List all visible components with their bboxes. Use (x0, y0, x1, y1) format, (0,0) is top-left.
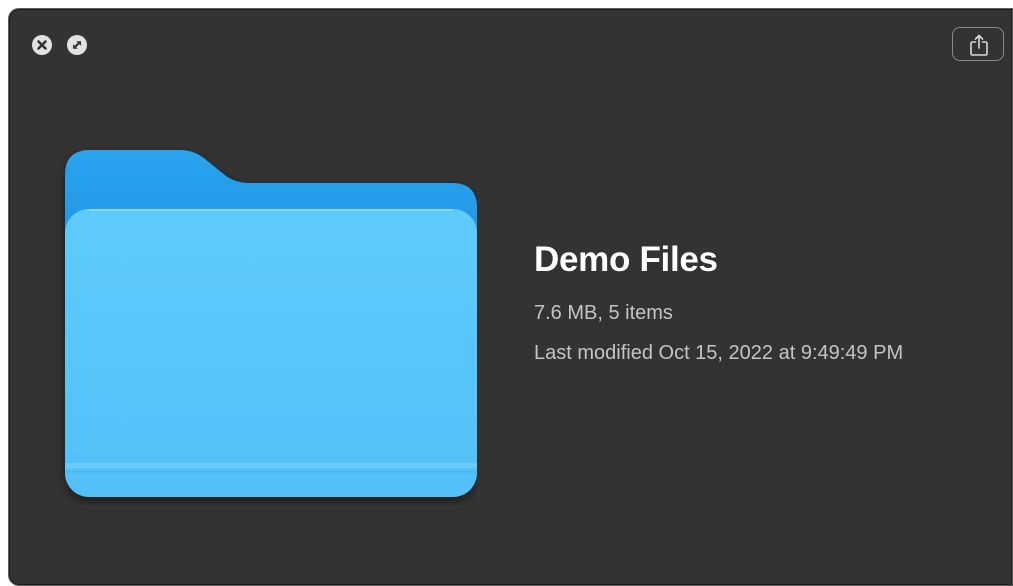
share-icon (970, 34, 988, 56)
full-screen-button[interactable] (67, 35, 87, 55)
close-icon (37, 40, 47, 50)
full-screen-icon (73, 41, 81, 49)
quick-look-window: Demo Files 7.6 MB, 5 items Last modified… (8, 8, 1013, 586)
share-button[interactable] (952, 27, 1004, 61)
close-button[interactable] (32, 35, 52, 55)
item-info: Demo Files 7.6 MB, 5 items Last modified… (534, 238, 903, 366)
item-size-summary: 7.6 MB, 5 items (534, 302, 673, 324)
item-modified-date: Last modified Oct 15, 2022 at 9:49:49 PM (534, 342, 904, 364)
item-title: Demo Files (534, 240, 718, 279)
folder-icon (57, 145, 477, 510)
